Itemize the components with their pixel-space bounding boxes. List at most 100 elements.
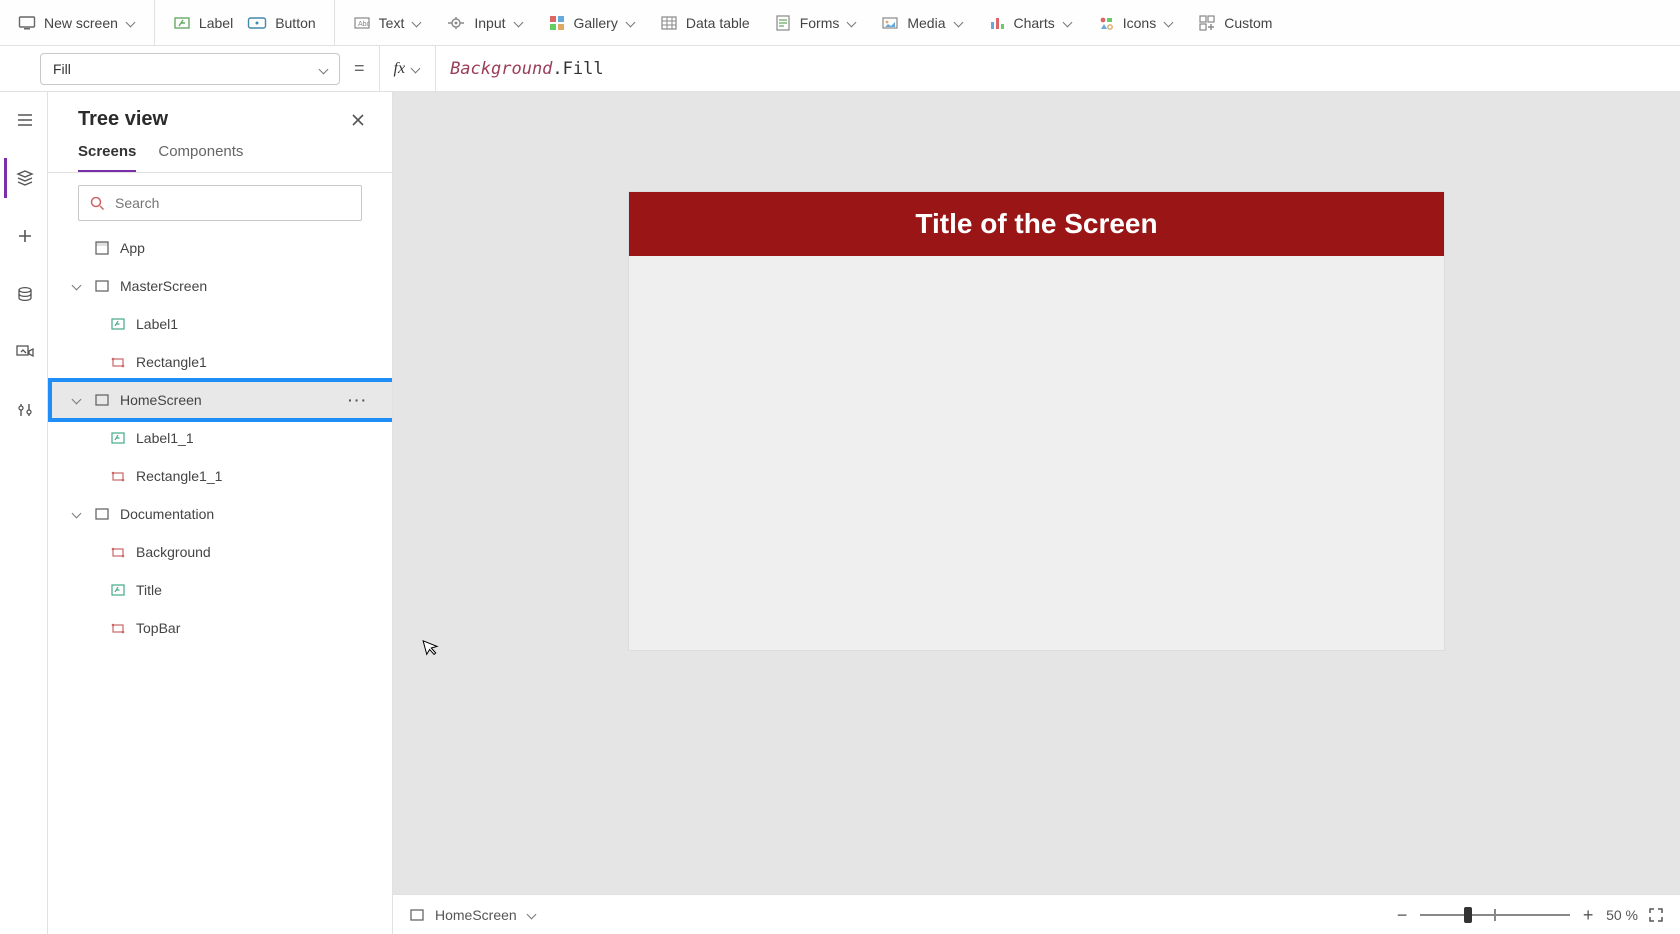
tree-node-label: App bbox=[120, 240, 145, 256]
more-options-button[interactable]: ··· bbox=[348, 392, 368, 408]
chevron-down-icon bbox=[847, 18, 857, 28]
expand-toggle[interactable] bbox=[70, 509, 84, 519]
screen-icon bbox=[409, 907, 425, 923]
expand-toggle[interactable] bbox=[70, 281, 84, 291]
charts-icon bbox=[988, 14, 1006, 32]
chevron-down-icon bbox=[319, 65, 329, 75]
icons-label: Icons bbox=[1123, 15, 1156, 31]
custom-icon bbox=[1198, 14, 1216, 32]
tree-node-documentation[interactable]: Documentation bbox=[48, 495, 392, 533]
tree-node-label1[interactable]: Label1 bbox=[48, 305, 392, 343]
tab-components[interactable]: Components bbox=[158, 135, 243, 172]
status-screen-selector[interactable]: HomeScreen bbox=[409, 907, 537, 923]
custom-label: Custom bbox=[1224, 15, 1272, 31]
rail-settings-button[interactable] bbox=[4, 390, 44, 430]
tree-node-label: Title bbox=[136, 582, 162, 598]
data-table-icon bbox=[660, 14, 678, 32]
rectangle-icon bbox=[108, 468, 128, 484]
formula-expr-ref: Background bbox=[450, 59, 552, 79]
button-button[interactable]: Button bbox=[247, 14, 315, 32]
tree-node-label: Rectangle1 bbox=[136, 354, 207, 370]
fit-to-window-button[interactable] bbox=[1648, 907, 1664, 923]
rectangle-icon bbox=[108, 620, 128, 636]
rail-data-button[interactable] bbox=[4, 274, 44, 314]
tree-node-label: HomeScreen bbox=[120, 392, 202, 408]
fx-button[interactable]: fx bbox=[379, 46, 437, 91]
tree-node-rectangle1-1[interactable]: Rectangle1_1 bbox=[48, 457, 392, 495]
chevron-down-icon bbox=[412, 18, 422, 28]
new-screen-label: New screen bbox=[44, 15, 118, 31]
canvas-stage[interactable]: Title of the Screen bbox=[629, 192, 1444, 650]
charts-label: Charts bbox=[1014, 15, 1055, 31]
text-button[interactable]: Abc Text bbox=[353, 14, 423, 32]
zoom-controls: − + 50 % bbox=[1394, 905, 1664, 925]
screen-title-text: Title of the Screen bbox=[915, 208, 1157, 240]
label-icon bbox=[173, 14, 191, 32]
tree-node-topbar[interactable]: TopBar bbox=[48, 609, 392, 647]
input-icon bbox=[446, 14, 466, 32]
canvas-viewport[interactable]: Title of the Screen bbox=[393, 92, 1680, 894]
expand-toggle[interactable] bbox=[70, 395, 84, 405]
rail-tree-view-button[interactable] bbox=[4, 158, 44, 198]
app-icon bbox=[92, 240, 112, 256]
property-name: Fill bbox=[53, 61, 71, 77]
chevron-down-icon bbox=[126, 18, 136, 28]
database-icon bbox=[16, 285, 34, 303]
tree-view-title: Tree view bbox=[78, 108, 168, 131]
input-label: Input bbox=[474, 15, 505, 31]
screen-icon bbox=[92, 392, 112, 408]
tree-node-label: TopBar bbox=[136, 620, 180, 636]
property-selector[interactable]: Fill bbox=[40, 53, 340, 85]
rectangle-icon bbox=[108, 544, 128, 560]
label-button[interactable]: Label bbox=[173, 14, 233, 32]
rail-insert-button[interactable] bbox=[4, 216, 44, 256]
hamburger-icon bbox=[16, 111, 34, 129]
gallery-button[interactable]: Gallery bbox=[548, 14, 636, 32]
screen-title-bar[interactable]: Title of the Screen bbox=[629, 192, 1444, 256]
media-button[interactable]: Media bbox=[881, 14, 963, 32]
custom-button[interactable]: Custom bbox=[1198, 14, 1272, 32]
label-icon bbox=[108, 430, 128, 446]
tree-node-label: Documentation bbox=[120, 506, 214, 522]
label-label: Label bbox=[199, 15, 233, 31]
close-icon bbox=[351, 113, 365, 127]
input-button[interactable]: Input bbox=[446, 14, 523, 32]
chevron-down-icon bbox=[1063, 18, 1073, 28]
status-screen-name: HomeScreen bbox=[435, 907, 517, 923]
forms-icon bbox=[774, 14, 792, 32]
label-icon bbox=[108, 582, 128, 598]
formula-bar: Fill = fx Background.Fill bbox=[0, 46, 1680, 92]
zoom-out-button[interactable]: − bbox=[1394, 906, 1410, 924]
left-rail bbox=[0, 92, 48, 934]
zoom-in-button[interactable]: + bbox=[1580, 906, 1596, 924]
tree-node-homescreen[interactable]: HomeScreen ··· bbox=[48, 381, 392, 419]
charts-button[interactable]: Charts bbox=[988, 14, 1073, 32]
tree-node-background[interactable]: Background bbox=[48, 533, 392, 571]
tree-node-masterscreen[interactable]: MasterScreen bbox=[48, 267, 392, 305]
close-panel-button[interactable] bbox=[348, 110, 368, 130]
tab-screens[interactable]: Screens bbox=[78, 135, 136, 172]
search-icon bbox=[89, 195, 105, 211]
tree-node-label1-1[interactable]: Label1_1 bbox=[48, 419, 392, 457]
tree-node-title[interactable]: Title bbox=[48, 571, 392, 609]
chevron-down-icon bbox=[1164, 18, 1174, 28]
status-bar: HomeScreen − + 50 % bbox=[393, 894, 1680, 934]
zoom-slider[interactable] bbox=[1420, 905, 1570, 925]
rail-media-button[interactable] bbox=[4, 332, 44, 372]
new-screen-button[interactable]: New screen bbox=[18, 14, 136, 32]
tree-search-input[interactable] bbox=[113, 194, 351, 212]
icons-button[interactable]: Icons bbox=[1097, 14, 1174, 32]
screen-icon bbox=[92, 278, 112, 294]
tree-node-rectangle1[interactable]: Rectangle1 bbox=[48, 343, 392, 381]
rail-hamburger-button[interactable] bbox=[4, 100, 44, 140]
tree-node-app[interactable]: App bbox=[48, 229, 392, 267]
forms-button[interactable]: Forms bbox=[774, 14, 858, 32]
rectangle-icon bbox=[108, 354, 128, 370]
tree-search-box[interactable] bbox=[78, 185, 362, 221]
insert-ribbon: New screen Label Button Abc Text Input G… bbox=[0, 0, 1680, 46]
chevron-down-icon bbox=[514, 18, 524, 28]
zoom-slider-handle[interactable] bbox=[1464, 907, 1472, 923]
formula-input[interactable]: Background.Fill bbox=[436, 59, 1680, 79]
data-table-button[interactable]: Data table bbox=[660, 14, 750, 32]
tree-view-icon bbox=[15, 168, 35, 188]
